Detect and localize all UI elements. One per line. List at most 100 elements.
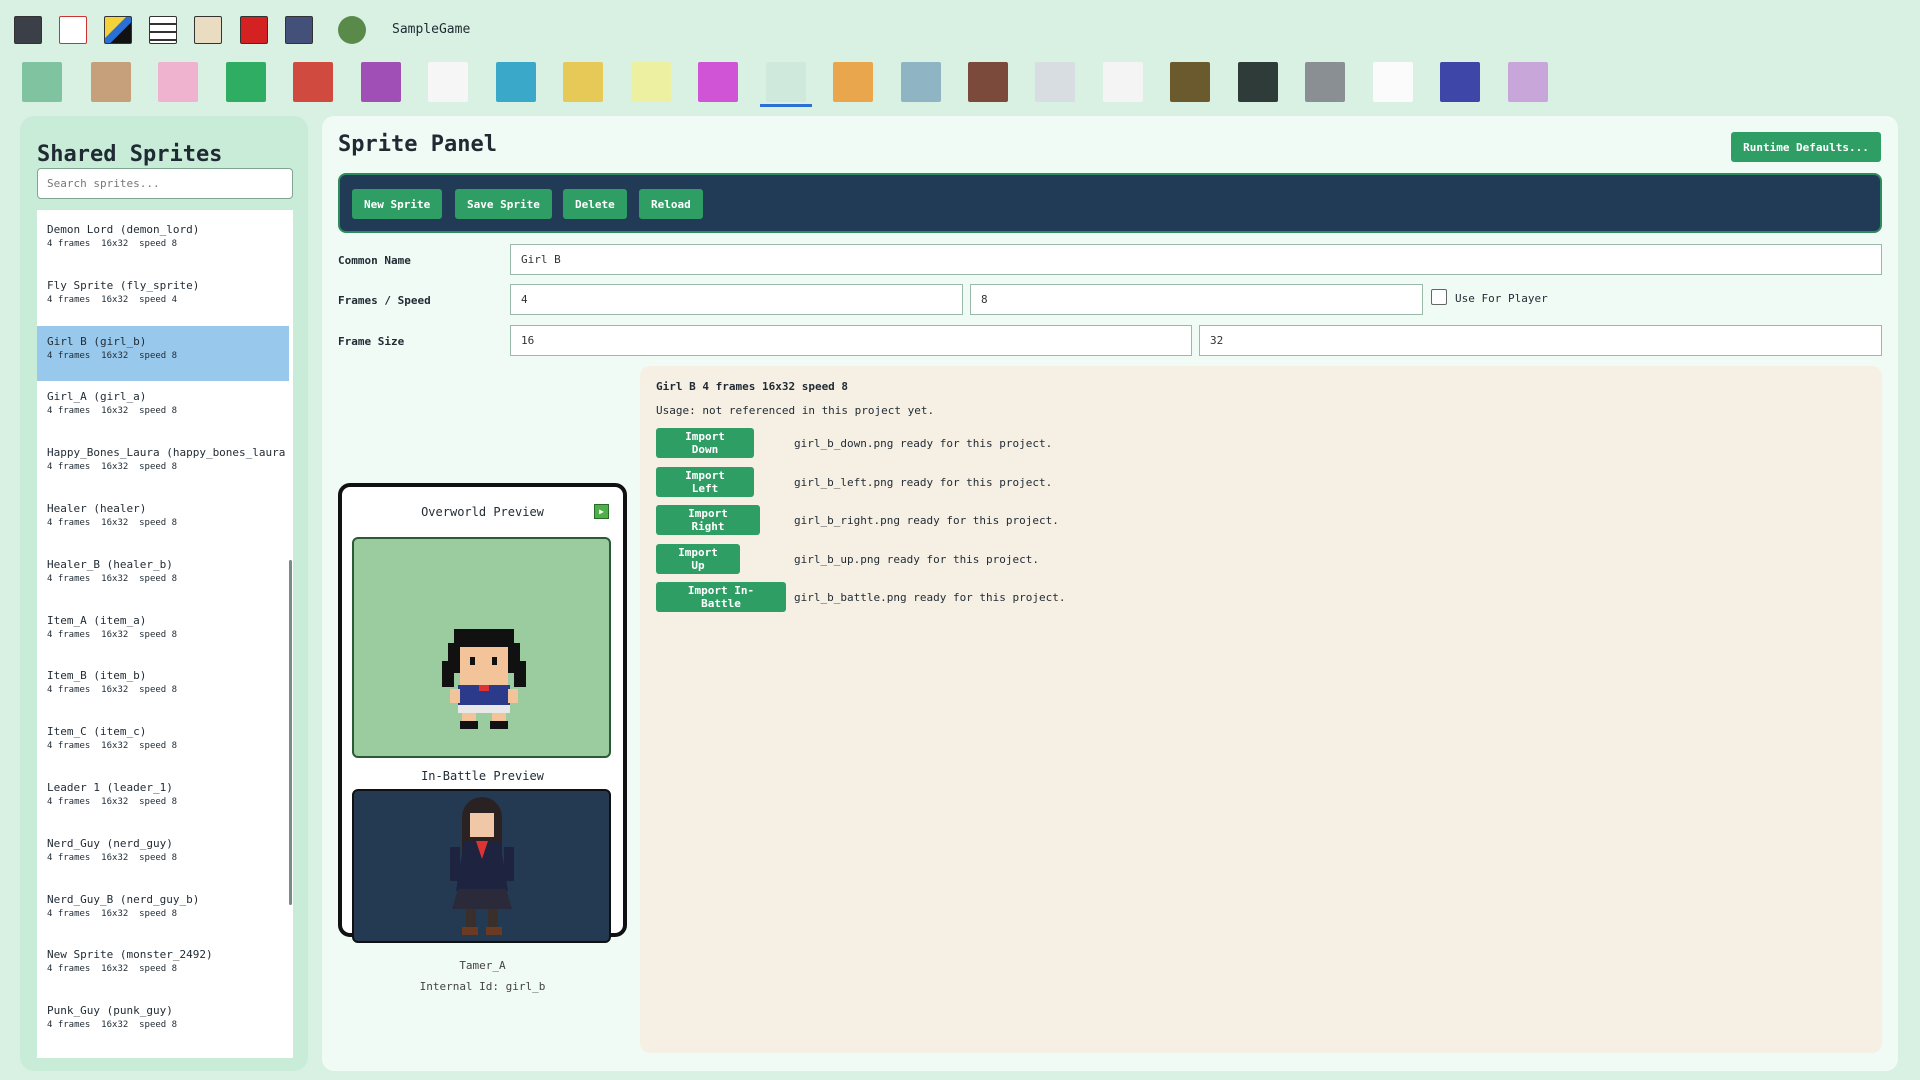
sprite-name: Demon Lord (demon_lord) xyxy=(47,223,200,236)
search-input[interactable] xyxy=(37,168,293,199)
tool-characters[interactable] xyxy=(760,60,812,107)
list-item[interactable]: Girl B (girl_b) 4 frames 16x32 speed 8 xyxy=(37,325,289,381)
page-title: Sprite Panel xyxy=(338,132,497,157)
tool-music[interactable] xyxy=(1103,60,1143,104)
list-item[interactable]: Item_A (item_a) 4 frames 16x32 speed 8 xyxy=(37,605,289,660)
battle-sprite xyxy=(450,797,514,935)
egg-icon xyxy=(158,62,198,102)
import-button[interactable]: Import In-Battle xyxy=(656,582,786,612)
tool-fire[interactable] xyxy=(361,60,401,104)
tool-variables[interactable] xyxy=(1238,60,1278,104)
sprite-name: Healer_B (healer_b) xyxy=(47,557,173,571)
list-item[interactable]: New Sprite (monster_2492) 4 frames 16x32 … xyxy=(37,939,289,994)
pencil-icon[interactable] xyxy=(104,16,132,44)
tool-text[interactable] xyxy=(1373,60,1413,104)
common-name-label: Common Name xyxy=(338,254,411,267)
sprite-meta: 4 frames 16x32 speed 8 xyxy=(47,518,178,528)
sprite-meta: 4 frames 16x32 speed 8 xyxy=(47,964,178,975)
list-icon[interactable] xyxy=(149,16,177,44)
list-item[interactable]: Nerd_Guy (nerd_guy) 4 frames 16x32 speed … xyxy=(37,828,289,883)
list-item[interactable]: Healer (healer) 4 frames 16x32 speed 8 xyxy=(37,493,289,548)
overworld-sprite xyxy=(442,629,526,729)
tool-portrait-art[interactable] xyxy=(1170,60,1210,104)
import-button[interactable]: Import Left xyxy=(656,466,754,497)
monster-icon xyxy=(901,62,941,102)
sprite-meta: 4 frames 16x32 speed 8 xyxy=(47,629,178,640)
tool-creature[interactable] xyxy=(698,60,738,104)
save-icon[interactable] xyxy=(14,16,42,44)
sprite-name: Leader 1 (leader_1) xyxy=(47,781,173,794)
tool-window[interactable] xyxy=(1305,60,1345,104)
scrollbar[interactable] xyxy=(289,560,292,905)
grid-icon[interactable] xyxy=(285,16,313,44)
tool-monster[interactable] xyxy=(901,60,941,104)
shared-sprites-panel: Shared Sprites Demon Lord (demon_lord) 4 … xyxy=(20,116,308,1071)
tiles-icon xyxy=(1440,62,1480,102)
pacifier-icon xyxy=(1508,62,1548,102)
speed-field[interactable] xyxy=(970,284,1423,315)
variables-icon xyxy=(1238,62,1278,102)
tools-icon xyxy=(833,62,873,102)
import-button[interactable]: Import Down xyxy=(656,428,754,458)
runtime-defaults-button[interactable]: Runtime Defaults... xyxy=(1731,132,1881,162)
frog-icon[interactable] xyxy=(338,16,366,44)
import-status: girl_b_battle.png ready for this project… xyxy=(794,591,1066,604)
tamer-label: Tamer_A xyxy=(459,959,506,972)
sprite-info-panel: Girl B 4 frames 16x32 speed 8 Usage: not… xyxy=(640,366,1882,1053)
use-for-player-checkbox[interactable] xyxy=(1431,289,1447,305)
game-name: SampleGame xyxy=(392,22,471,37)
list-item[interactable]: Nerd_Guy_B (nerd_guy_b) 4 frames 16x32 sp… xyxy=(37,884,289,939)
reload-button[interactable]: Reload xyxy=(639,189,703,219)
tool-portrait[interactable] xyxy=(91,60,131,104)
tool-room[interactable] xyxy=(968,60,1008,104)
tool-map[interactable] xyxy=(22,60,62,104)
tool-tools[interactable] xyxy=(833,60,873,104)
flag-icon[interactable]: ▶ xyxy=(594,504,609,519)
preview-card: Overworld Preview ▶ In-Battle Preview xyxy=(338,483,627,943)
tool-fruit[interactable] xyxy=(563,60,603,104)
list-item[interactable]: Punk_Guy (punk_guy) 4 frames 16x32 speed … xyxy=(37,995,289,1050)
save-sprite-button[interactable]: Save Sprite xyxy=(455,189,552,219)
delete-button[interactable]: Delete xyxy=(563,189,627,219)
list-item[interactable]: Leader 1 (leader_1) 4 frames 16x32 speed … xyxy=(37,772,289,827)
sprite-name: Nerd_Guy_B (nerd_guy_b) xyxy=(47,892,200,906)
import-button[interactable]: Import Up xyxy=(656,543,740,574)
new-sprite-button[interactable]: New Sprite xyxy=(352,189,443,219)
frames-field[interactable] xyxy=(510,284,963,315)
sidebar-title: Shared Sprites xyxy=(37,142,223,167)
import-button[interactable]: Import Right xyxy=(656,505,760,535)
sprite-meta: 4 frames 16x32 speed 8 xyxy=(47,406,178,417)
battle-preview-label: In-Battle Preview xyxy=(421,769,544,783)
frame-height-field[interactable] xyxy=(1199,325,1882,356)
tool-versus[interactable] xyxy=(293,60,333,104)
tool-document[interactable] xyxy=(1035,60,1075,104)
list-item[interactable]: Item_B (item_b) 4 frames 16x32 speed 8 xyxy=(37,660,289,715)
tool-tiles[interactable] xyxy=(1440,60,1480,104)
list-item[interactable]: Fly Sprite (fly_sprite) 4 frames 16x32 sp… xyxy=(37,270,289,325)
list-item[interactable]: Item_C (item_c) 4 frames 16x32 speed 8 xyxy=(37,716,289,771)
sprite-name: Girl B (girl_b) xyxy=(47,334,147,348)
list-item[interactable]: Demon Lord (demon_lord) 4 frames 16x32 sp… xyxy=(37,214,289,269)
gem-icon[interactable] xyxy=(240,16,268,44)
list-item[interactable]: Girl_A (girl_a) 4 frames 16x32 speed 8 xyxy=(37,381,289,436)
window-icon xyxy=(1305,62,1345,102)
tool-play[interactable] xyxy=(226,60,266,104)
tool-runner[interactable] xyxy=(428,60,468,104)
sprite-name: Item_A (item_a) xyxy=(47,613,147,627)
list-item[interactable]: Healer_B (healer_b) 4 frames 16x32 speed … xyxy=(37,549,289,604)
tool-ability[interactable] xyxy=(496,60,536,104)
runner-icon xyxy=(428,62,468,102)
exit-icon[interactable] xyxy=(59,16,87,44)
sprite-name: Healer (healer) xyxy=(47,502,147,515)
list-item[interactable]: Happy_Bones_Laura (happy_bones_laura 4 fr… xyxy=(37,437,289,492)
tool-pacifier[interactable] xyxy=(1508,60,1548,104)
fruit-icon xyxy=(563,62,603,102)
tool-potion[interactable] xyxy=(631,60,671,104)
sprite-meta: 4 frames 16x32 speed 8 xyxy=(47,908,178,919)
common-name-field[interactable] xyxy=(510,244,1882,275)
frame-width-field[interactable] xyxy=(510,325,1192,356)
top-bar: SampleGame xyxy=(0,0,1920,60)
tool-egg[interactable] xyxy=(158,60,198,104)
sprite-meta: 4 frames 16x32 speed 4 xyxy=(47,294,178,305)
scroll-icon[interactable] xyxy=(194,16,222,44)
